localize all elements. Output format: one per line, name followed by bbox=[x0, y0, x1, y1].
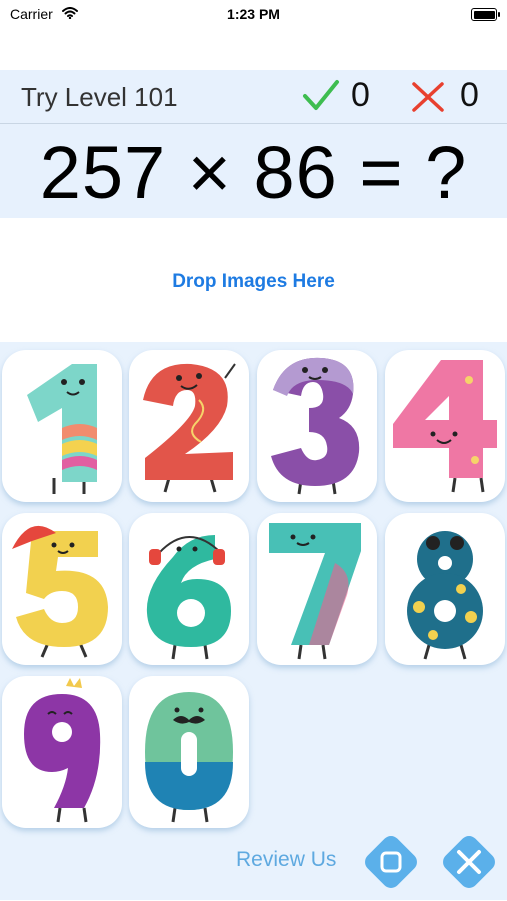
number-tile-8[interactable] bbox=[385, 513, 505, 665]
level-header: Try Level 101 0 0 bbox=[0, 70, 507, 124]
wrong-count: 0 bbox=[460, 76, 479, 114]
status-bar: Carrier 1:23 PM bbox=[0, 0, 507, 30]
digit-9-character-icon bbox=[24, 678, 101, 823]
answer-drop-zone[interactable]: Drop Images Here bbox=[0, 218, 507, 342]
level-title: Try Level 101 bbox=[21, 82, 178, 112]
number-tile-4[interactable] bbox=[385, 350, 505, 502]
cross-icon bbox=[411, 81, 445, 118]
battery-icon bbox=[471, 8, 500, 21]
stop-button[interactable] bbox=[357, 828, 425, 896]
number-tile-0[interactable] bbox=[129, 676, 249, 828]
digit-5-character-icon bbox=[12, 525, 108, 658]
digit-3-character-icon bbox=[271, 357, 360, 495]
number-tile-7[interactable] bbox=[257, 513, 377, 665]
number-tile-6[interactable] bbox=[129, 513, 249, 665]
number-tile-3[interactable] bbox=[257, 350, 377, 502]
square-icon bbox=[365, 836, 417, 888]
checkmark-icon bbox=[302, 78, 340, 119]
close-button[interactable] bbox=[435, 828, 503, 896]
number-tile-5[interactable] bbox=[2, 513, 122, 665]
clock: 1:23 PM bbox=[227, 6, 280, 22]
digit-2-character-icon bbox=[143, 363, 236, 493]
equation-text: 257 × 86 = ? bbox=[39, 131, 468, 214]
close-icon bbox=[443, 836, 495, 888]
number-tile-9[interactable] bbox=[2, 676, 122, 828]
digit-4-character-icon bbox=[393, 360, 497, 493]
review-us-link[interactable]: Review Us bbox=[236, 848, 336, 872]
correct-count: 0 bbox=[351, 76, 370, 114]
digit-6-character-icon bbox=[146, 535, 231, 660]
digit-1-character-icon bbox=[27, 364, 97, 494]
drop-zone-label: Drop Images Here bbox=[172, 271, 335, 292]
digit-7-character-icon bbox=[269, 523, 361, 660]
digit-0-character-icon bbox=[145, 692, 233, 823]
number-tile-2[interactable] bbox=[129, 350, 249, 502]
number-tile-1[interactable] bbox=[2, 350, 122, 502]
digit-8-character-icon bbox=[407, 531, 483, 660]
equation-panel: 257 × 86 = ? bbox=[0, 124, 507, 218]
